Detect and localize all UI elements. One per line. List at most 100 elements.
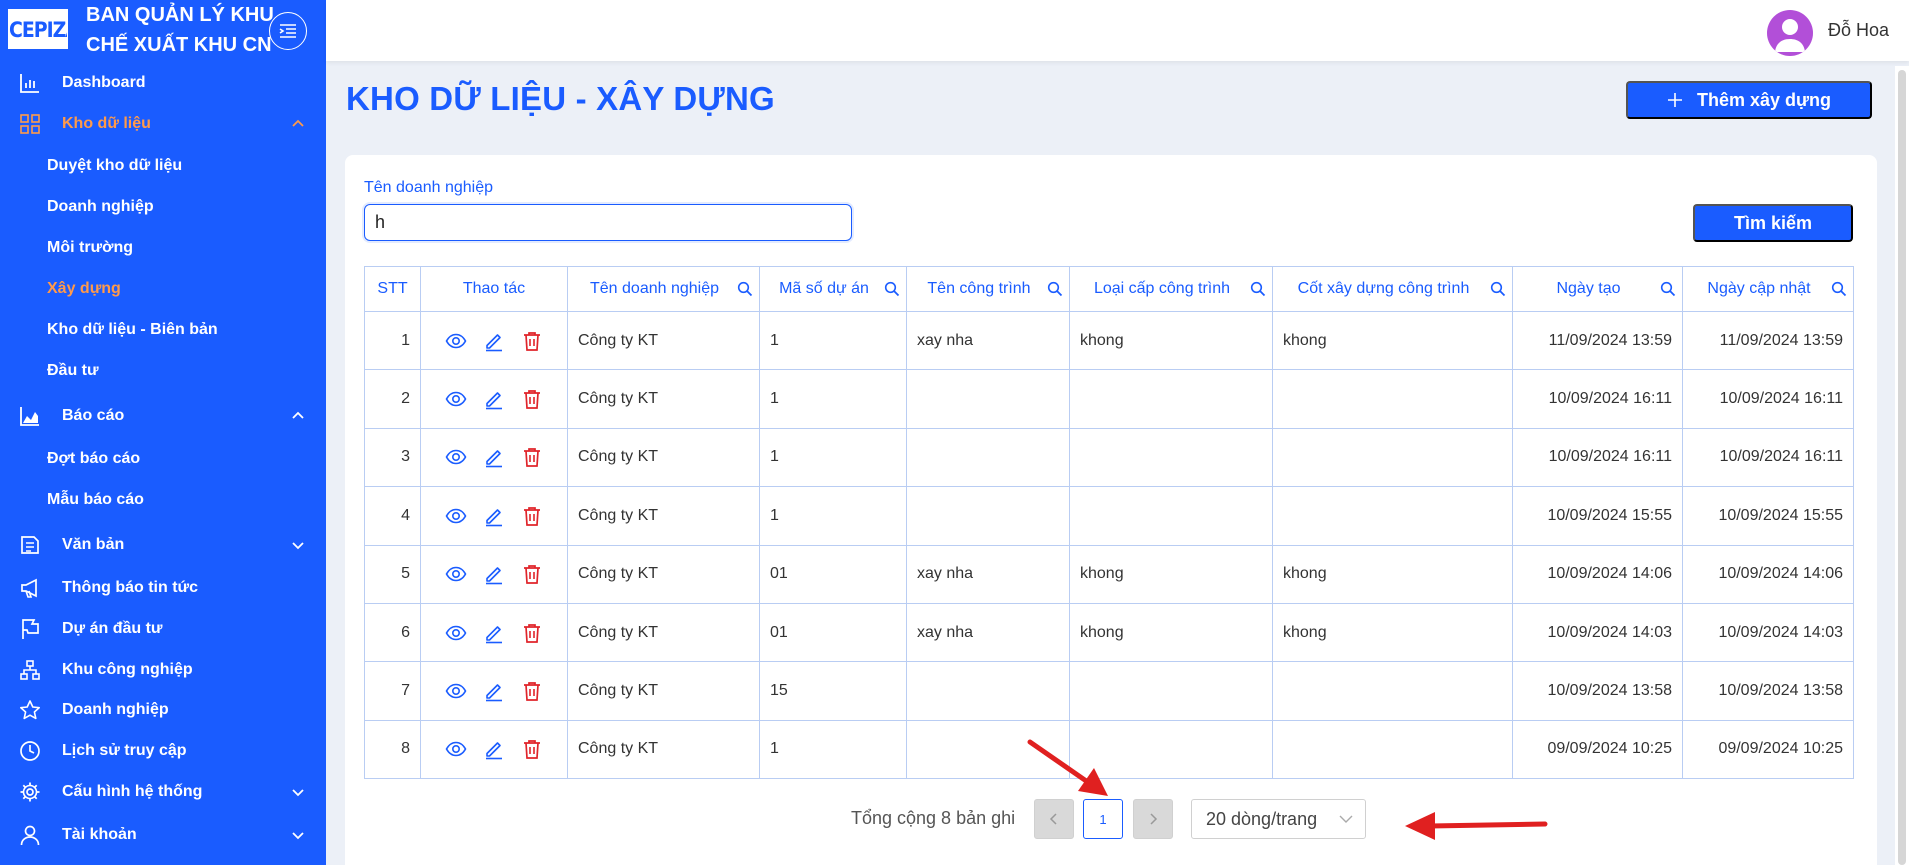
edit-icon[interactable] [483,738,505,760]
delete-icon[interactable] [521,563,543,585]
cell-updated: 11/09/2024 13:59 [1682,310,1854,371]
search-icon[interactable] [1250,281,1266,297]
sidebar-item-kho-du-lieu[interactable]: Kho dữ liệu [0,104,326,144]
avatar[interactable] [1767,10,1813,56]
delete-icon[interactable] [521,738,543,760]
sidebar-sub-duyet-kho[interactable]: Duyệt kho dữ liệu [47,147,182,185]
view-icon[interactable] [445,330,467,352]
cell-company: Công ty KT [567,486,760,546]
data-table: STT Thao tác Tên doanh nghiệp Mã số dự á… [364,266,1854,780]
add-construction-button[interactable]: Thêm xây dựng [1626,81,1872,119]
view-icon[interactable] [445,680,467,702]
cell-project-code: 1 [759,310,907,371]
edit-icon[interactable] [483,680,505,702]
col-header-updated: Ngày cập nhật [1682,266,1854,312]
page-number-button[interactable]: 1 [1083,799,1123,839]
search-icon[interactable] [1831,281,1847,297]
cell-work-level [1069,486,1273,546]
scrollbar-thumb[interactable] [1898,70,1906,865]
delete-icon[interactable] [521,446,543,468]
username[interactable]: Đỗ Hoa [1828,20,1889,41]
chevron-up-icon [292,119,304,127]
chevron-down-icon [292,832,304,840]
col-header-label: Tên công trình [927,280,1031,297]
delete-icon[interactable] [521,505,543,527]
sidebar-item-du-an[interactable]: Dự án đầu tư [0,609,326,649]
chevron-down-icon [292,542,304,550]
cell-company: Công ty KT [567,427,760,488]
view-icon[interactable] [445,388,467,410]
edit-icon[interactable] [483,563,505,585]
col-header-label: Mã số dự án [779,280,869,297]
sidebar-item-van-ban[interactable]: Văn bản [0,525,326,565]
sidebar-item-khu-cong-nghiep[interactable]: Khu công nghiệp [0,650,326,690]
cell-actions [420,602,568,663]
table-row: 5 Công ty KT 01 xay nha khong khong 10/09/2024… [364,544,1854,604]
sidebar: CEPIZA BAN QUẢN LÝ KHU CHẾ XUẤT KHU CN D… [0,0,326,865]
cell-project-code: 1 [759,427,907,488]
sidebar-sub-dau-tu[interactable]: Đầu tư [47,352,99,390]
search-icon[interactable] [737,281,753,297]
page-size-select[interactable]: 20 dòng/trang [1191,799,1366,839]
search-button[interactable]: Tìm kiếm [1693,204,1853,242]
brand-title: BAN QUẢN LÝ KHU CHẾ XUẤT KHU CN [86,0,276,60]
company-name-input[interactable] [364,204,852,241]
sidebar-item-lich-su[interactable]: Lịch sử truy cập [0,731,326,771]
view-icon[interactable] [445,622,467,644]
search-icon[interactable] [1047,281,1063,297]
cell-updated: 10/09/2024 14:03 [1682,602,1854,663]
next-page-button[interactable] [1133,799,1173,839]
sidebar-item-doanh-nghiep[interactable]: Doanh nghiệp [0,690,326,730]
delete-icon[interactable] [521,388,543,410]
delete-icon[interactable] [521,680,543,702]
sidebar-item-label: Khu công nghiệp [62,661,193,678]
add-construction-label: Thêm xây dựng [1696,89,1832,110]
chevron-left-icon [1049,813,1057,825]
sidebar-item-dashboard[interactable]: Dashboard [0,63,326,103]
cell-work-name [906,719,1070,780]
cell-created: 10/09/2024 14:06 [1512,544,1683,604]
view-icon[interactable] [445,505,467,527]
col-header-label: Cốt xây dựng công trình [1297,280,1470,297]
sidebar-sub-xay-dung[interactable]: Xây dựng [47,270,121,308]
search-icon[interactable] [884,281,900,297]
edit-icon[interactable] [483,505,505,527]
cell-created: 10/09/2024 13:58 [1512,661,1683,721]
sidebar-sub-moi-truong[interactable]: Môi trường [47,229,133,267]
search-icon[interactable] [1490,281,1506,297]
delete-icon[interactable] [521,622,543,644]
view-icon[interactable] [445,738,467,760]
cell-elevation [1272,661,1513,721]
cell-project-code: 01 [759,602,907,663]
sidebar-item-tai-khoan[interactable]: Tài khoản [0,815,326,855]
sidebar-sub-doanh-nghiep[interactable]: Doanh nghiệp [47,188,154,226]
sidebar-sub-dot-bao-cao[interactable]: Đợt báo cáo [47,440,140,478]
user-avatar-icon [1775,19,1805,52]
col-header-label: Thao tác [462,280,526,297]
sidebar-sub-bien-ban[interactable]: Kho dữ liệu - Biên bản [47,311,218,349]
megaphone-icon [21,578,37,598]
edit-icon[interactable] [483,330,505,352]
edit-icon[interactable] [483,622,505,644]
prev-page-button[interactable] [1034,799,1074,839]
search-icon[interactable] [1660,281,1676,297]
edit-icon[interactable] [483,446,505,468]
table-row: 4 Công ty KT 1 10/09/2024 15:55 10/09/2024 1… [364,486,1854,546]
sidebar-toggle-button[interactable] [269,12,307,50]
delete-icon[interactable] [521,330,543,352]
cell-actions [420,544,568,604]
sidebar-item-thong-bao[interactable]: Thông báo tin tức [0,568,326,608]
col-header-stt: STT [364,266,421,312]
sidebar-item-cau-hinh[interactable]: Cấu hình hệ thống [0,772,326,812]
plus-icon [1667,92,1683,108]
cell-work-name [906,369,1070,429]
cell-work-level [1069,719,1273,780]
clock-icon [20,741,40,761]
view-icon[interactable] [445,446,467,468]
sidebar-sub-mau-bao-cao[interactable]: Mẫu báo cáo [47,481,144,519]
col-header-elevation: Cốt xây dựng công trình [1272,266,1513,312]
edit-icon[interactable] [483,388,505,410]
sidebar-item-bao-cao[interactable]: Báo cáo [0,396,326,436]
view-icon[interactable] [445,563,467,585]
cell-work-level: khong [1069,544,1273,604]
